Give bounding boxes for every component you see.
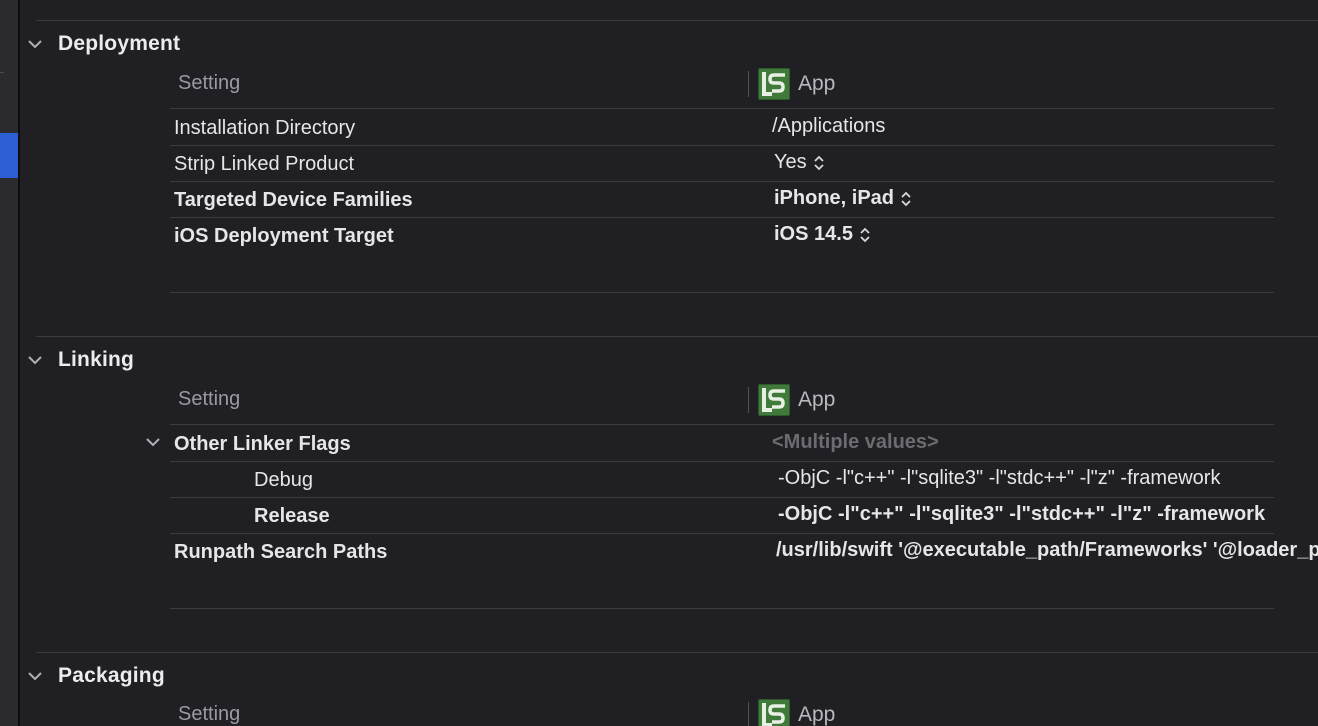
setting-value[interactable]: iOS 14.5 bbox=[774, 223, 871, 246]
sidebar-selected-item[interactable] bbox=[0, 133, 18, 178]
setting-name: Installation Directory bbox=[174, 117, 356, 139]
navigator-sidebar[interactable] bbox=[0, 0, 18, 726]
sidebar-tick bbox=[0, 72, 4, 73]
target-column[interactable]: App bbox=[758, 698, 835, 726]
section-end-divider bbox=[170, 292, 1274, 293]
column-header: Setting App bbox=[178, 67, 1274, 101]
chevron-down-icon[interactable] bbox=[28, 37, 42, 51]
setting-value[interactable]: -ObjC -l"c++" -l"sqlite3" -l"stdc++" -l"… bbox=[778, 462, 1318, 498]
setting-row[interactable]: iOS Deployment Target iOS 14.5 bbox=[170, 218, 1274, 258]
target-name: App bbox=[798, 72, 836, 95]
chevron-down-icon[interactable] bbox=[28, 669, 42, 683]
section-divider bbox=[36, 652, 1318, 653]
column-divider[interactable] bbox=[748, 71, 749, 97]
setting-row[interactable]: Debug -ObjC -l"c++" -l"sqlite3" -l"stdc+… bbox=[170, 462, 1274, 498]
header-divider bbox=[170, 424, 1274, 425]
column-divider[interactable] bbox=[748, 387, 749, 413]
chevron-down-icon[interactable] bbox=[146, 435, 160, 449]
setting-row[interactable]: Installation Directory /Applications bbox=[170, 110, 1274, 146]
setting-value[interactable]: <Multiple values> bbox=[772, 431, 939, 454]
setting-name: Runpath Search Paths bbox=[174, 541, 388, 563]
section-header-deployment[interactable]: Deployment bbox=[28, 29, 180, 59]
app-target-icon bbox=[758, 699, 790, 726]
column-header: Setting App bbox=[178, 383, 1274, 417]
setting-column-label[interactable]: Setting bbox=[178, 72, 240, 95]
up-down-chevron-icon[interactable] bbox=[813, 155, 825, 171]
setting-value[interactable]: -ObjC -l"c++" -l"sqlite3" -l"stdc++" -l"… bbox=[778, 498, 1318, 534]
setting-value[interactable]: Yes bbox=[774, 151, 825, 174]
setting-name: Other Linker Flags bbox=[174, 433, 351, 455]
setting-name: Strip Linked Product bbox=[174, 153, 355, 175]
section-divider bbox=[36, 336, 1318, 337]
setting-value-text: iOS 14.5 bbox=[774, 223, 853, 245]
column-divider[interactable] bbox=[748, 702, 749, 726]
section-end-divider bbox=[170, 608, 1274, 609]
section-title: Packaging bbox=[58, 664, 165, 687]
setting-value[interactable]: /usr/lib/swift '@executable_path/Framewo… bbox=[776, 534, 1318, 570]
setting-row[interactable]: Strip Linked Product Yes bbox=[170, 146, 1274, 182]
setting-value-text: -ObjC -l"c++" -l"sqlite3" -l"stdc++" -l"… bbox=[778, 467, 1221, 489]
target-name: App bbox=[798, 388, 836, 411]
section-header-linking[interactable]: Linking bbox=[28, 345, 134, 375]
setting-row[interactable]: Release -ObjC -l"c++" -l"sqlite3" -l"std… bbox=[170, 498, 1274, 534]
section-title: Linking bbox=[58, 348, 135, 371]
setting-name: Targeted Device Families bbox=[174, 189, 413, 211]
section-divider bbox=[36, 20, 1318, 21]
setting-row[interactable]: Targeted Device Families iPhone, iPad bbox=[170, 182, 1274, 218]
setting-name: Release bbox=[254, 505, 330, 527]
setting-name: iOS Deployment Target bbox=[174, 225, 394, 247]
column-header: Setting App bbox=[178, 698, 1274, 726]
up-down-chevron-icon[interactable] bbox=[900, 191, 912, 207]
section-header-packaging[interactable]: Packaging bbox=[28, 661, 165, 691]
sidebar-divider[interactable] bbox=[18, 0, 20, 726]
setting-value-text: <Multiple values> bbox=[772, 431, 939, 453]
target-column[interactable]: App bbox=[758, 67, 835, 101]
app-target-icon bbox=[758, 68, 790, 100]
app-target-icon bbox=[758, 384, 790, 416]
target-name: App bbox=[798, 703, 836, 726]
setting-value-text: /Applications bbox=[772, 115, 886, 137]
header-divider bbox=[170, 108, 1274, 109]
section-title: Deployment bbox=[58, 32, 181, 55]
setting-value-text: iPhone, iPad bbox=[774, 187, 895, 209]
target-column[interactable]: App bbox=[758, 383, 835, 417]
setting-value-text: -ObjC -l"c++" -l"sqlite3" -l"stdc++" -l"… bbox=[778, 503, 1266, 525]
setting-value[interactable]: /Applications bbox=[772, 115, 885, 138]
setting-name: Debug bbox=[254, 469, 313, 491]
setting-value-text: Yes bbox=[774, 151, 807, 173]
setting-row[interactable]: Runpath Search Paths /usr/lib/swift '@ex… bbox=[170, 534, 1318, 574]
setting-value-text: /usr/lib/swift '@executable_path/Framewo… bbox=[776, 539, 1318, 561]
setting-column-label[interactable]: Setting bbox=[178, 388, 240, 411]
setting-value[interactable]: iPhone, iPad bbox=[774, 187, 912, 210]
up-down-chevron-icon[interactable] bbox=[859, 227, 871, 243]
chevron-down-icon[interactable] bbox=[28, 353, 42, 367]
build-settings-editor: Deployment Setting App Installation Dire… bbox=[0, 0, 1318, 726]
setting-column-label[interactable]: Setting bbox=[178, 703, 240, 726]
setting-row[interactable]: Other Linker Flags <Multiple values> bbox=[146, 426, 1274, 462]
